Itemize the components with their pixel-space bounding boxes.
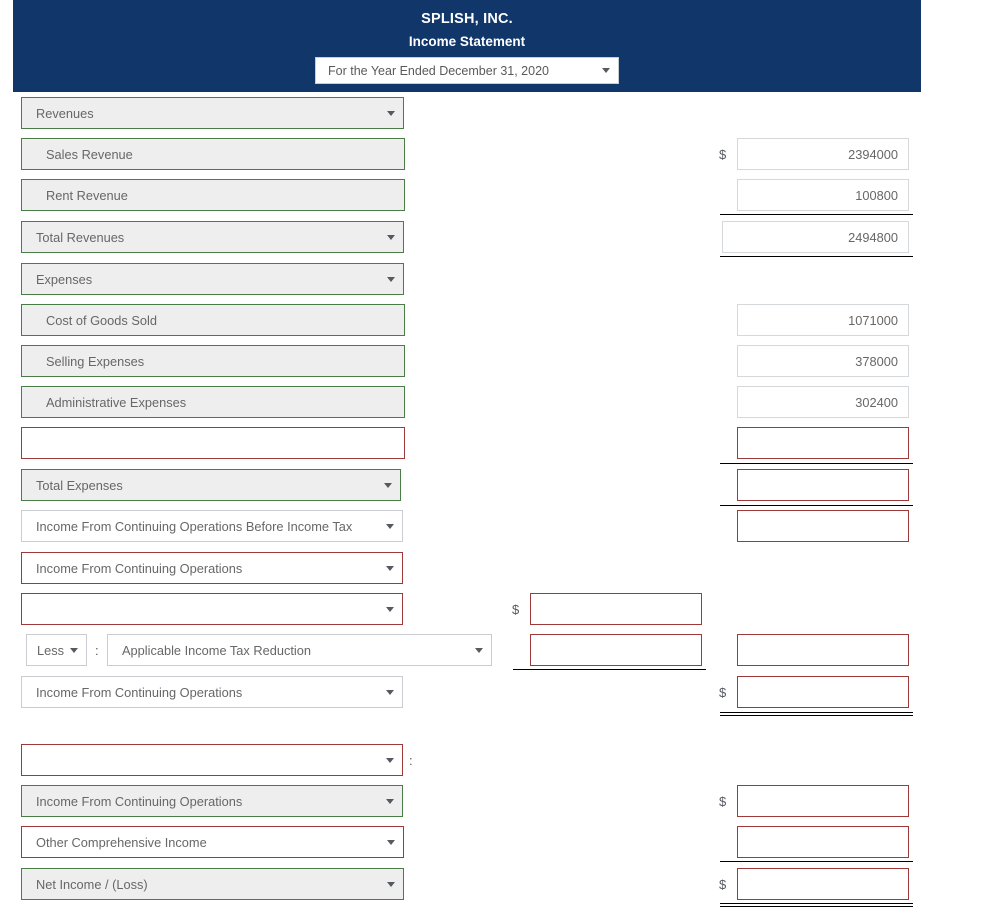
chevron-down-icon bbox=[386, 757, 394, 763]
row-account-blank-comprehensive[interactable] bbox=[21, 744, 403, 776]
chevron-down-icon bbox=[387, 110, 395, 116]
value-net-income[interactable] bbox=[737, 868, 909, 900]
row-account-net-income[interactable]: Net Income / (Loss) bbox=[21, 868, 404, 900]
account-label: Net Income / (Loss) bbox=[36, 876, 148, 892]
statement-header-banner: SPLISH, INC. Income Statement For the Ye… bbox=[13, 0, 921, 92]
row-account-cost-of-goods-sold[interactable]: Cost of Goods Sold bbox=[21, 304, 405, 336]
account-label: Selling Expenses bbox=[46, 353, 145, 369]
row-account-income-continuing-ops-1[interactable]: Income From Continuing Operations bbox=[21, 552, 403, 584]
chevron-down-icon bbox=[386, 689, 394, 695]
period-select[interactable]: For the Year Ended December 31, 2020 bbox=[315, 57, 619, 84]
period-select-label: For the Year Ended December 31, 2020 bbox=[328, 63, 549, 78]
value-income-before-tax[interactable] bbox=[737, 510, 909, 542]
comprehensive-subtotal-rule bbox=[720, 861, 913, 862]
account-label: Revenues bbox=[36, 105, 94, 121]
value-sales-revenue[interactable]: 2394000 bbox=[737, 138, 909, 170]
chevron-down-icon bbox=[387, 234, 395, 240]
value-total-revenues[interactable]: 2494800 bbox=[722, 221, 909, 253]
value-tax-reduction-amount[interactable] bbox=[530, 634, 702, 666]
account-label: Income From Continuing Operations bbox=[36, 684, 243, 700]
tax-subtotal-rule bbox=[513, 669, 706, 670]
row-account-other-comprehensive-income[interactable]: Other Comprehensive Income bbox=[21, 826, 404, 858]
row-account-revenues[interactable]: Revenues bbox=[21, 97, 404, 129]
row-separator-colon: : bbox=[409, 752, 413, 768]
chevron-down-icon bbox=[387, 839, 395, 845]
company-name: SPLISH, INC. bbox=[421, 11, 513, 27]
row-account-income-continuing-ops-3[interactable]: Income From Continuing Operations bbox=[21, 785, 403, 817]
account-label: Sales Revenue bbox=[46, 146, 133, 162]
dollar-sign: $ bbox=[719, 684, 727, 700]
row-account-selling-expenses[interactable]: Selling Expenses bbox=[21, 345, 405, 377]
chevron-down-icon bbox=[386, 798, 394, 804]
row-account-applicable-income-tax-reduction[interactable]: Applicable Income Tax Reduction bbox=[107, 634, 492, 666]
value-other-comprehensive-income[interactable] bbox=[737, 826, 909, 858]
income-continuing-double-rule bbox=[720, 712, 913, 716]
account-label: Rent Revenue bbox=[46, 187, 128, 203]
account-label: Income From Continuing Operations bbox=[36, 793, 243, 809]
account-label: Administrative Expenses bbox=[46, 394, 187, 410]
value-administrative-expenses[interactable]: 302400 bbox=[737, 386, 909, 418]
statement-title: Income Statement bbox=[408, 34, 526, 49]
value-total-expenses[interactable] bbox=[737, 469, 909, 501]
value-blank-expense[interactable] bbox=[737, 427, 909, 459]
net-income-double-rule bbox=[720, 903, 913, 907]
value-rent-revenue[interactable]: 100800 bbox=[737, 179, 909, 211]
value-cost-of-goods-sold[interactable]: 1071000 bbox=[737, 304, 909, 336]
row-account-blank-expense[interactable] bbox=[21, 427, 405, 459]
total-expenses-rule bbox=[720, 505, 913, 506]
account-label: Income From Continuing Operations bbox=[36, 560, 243, 576]
row-account-income-before-tax[interactable]: Income From Continuing Operations Before… bbox=[21, 510, 403, 542]
value-pretax-amount[interactable] bbox=[530, 593, 702, 625]
row-account-total-expenses[interactable]: Total Expenses bbox=[21, 469, 401, 501]
chevron-down-icon bbox=[475, 647, 483, 653]
value-selling-expenses[interactable]: 378000 bbox=[737, 345, 909, 377]
dollar-sign: $ bbox=[512, 601, 520, 617]
subtotal-rule bbox=[720, 214, 913, 215]
dollar-sign: $ bbox=[719, 876, 727, 892]
chevron-down-icon bbox=[386, 523, 394, 529]
chevron-down-icon bbox=[70, 647, 79, 653]
account-label: Applicable Income Tax Reduction bbox=[122, 642, 311, 658]
account-label: Income From Continuing Operations Before… bbox=[36, 518, 353, 534]
row-account-rent-revenue[interactable]: Rent Revenue bbox=[21, 179, 405, 211]
account-label: Cost of Goods Sold bbox=[46, 312, 157, 328]
row-account-income-continuing-ops-2[interactable]: Income From Continuing Operations bbox=[21, 676, 403, 708]
chevron-down-icon bbox=[387, 276, 395, 282]
row-separator-colon: : bbox=[95, 642, 99, 658]
chevron-down-icon bbox=[387, 881, 395, 887]
chevron-down-icon bbox=[386, 606, 394, 612]
account-label: Other Comprehensive Income bbox=[36, 834, 207, 850]
period-select-wrapper: For the Year Ended December 31, 2020 bbox=[13, 57, 921, 84]
prefix-label: Less bbox=[37, 642, 65, 658]
total-revenues-rule bbox=[720, 256, 913, 257]
account-label: Expenses bbox=[36, 271, 93, 287]
row-account-administrative-expenses[interactable]: Administrative Expenses bbox=[21, 386, 405, 418]
dollar-sign: $ bbox=[719, 793, 727, 809]
expenses-subtotal-rule bbox=[720, 463, 913, 464]
row-account-sales-revenue[interactable]: Sales Revenue bbox=[21, 138, 405, 170]
value-income-continuing-ops-2[interactable] bbox=[737, 676, 909, 708]
row-prefix-less-select[interactable]: Less bbox=[26, 634, 87, 666]
value-income-continuing-ops-3[interactable] bbox=[737, 785, 909, 817]
row-account-blank-discontinued[interactable] bbox=[21, 593, 403, 625]
chevron-down-icon bbox=[386, 565, 394, 571]
dollar-sign: $ bbox=[719, 146, 727, 162]
chevron-down-icon bbox=[602, 68, 610, 73]
row-account-total-revenues[interactable]: Total Revenues bbox=[21, 221, 404, 253]
account-label: Total Revenues bbox=[36, 229, 125, 245]
account-label: Total Expenses bbox=[36, 477, 123, 493]
row-account-expenses[interactable]: Expenses bbox=[21, 263, 404, 295]
value-income-after-tax[interactable] bbox=[737, 634, 909, 666]
chevron-down-icon bbox=[384, 482, 392, 488]
